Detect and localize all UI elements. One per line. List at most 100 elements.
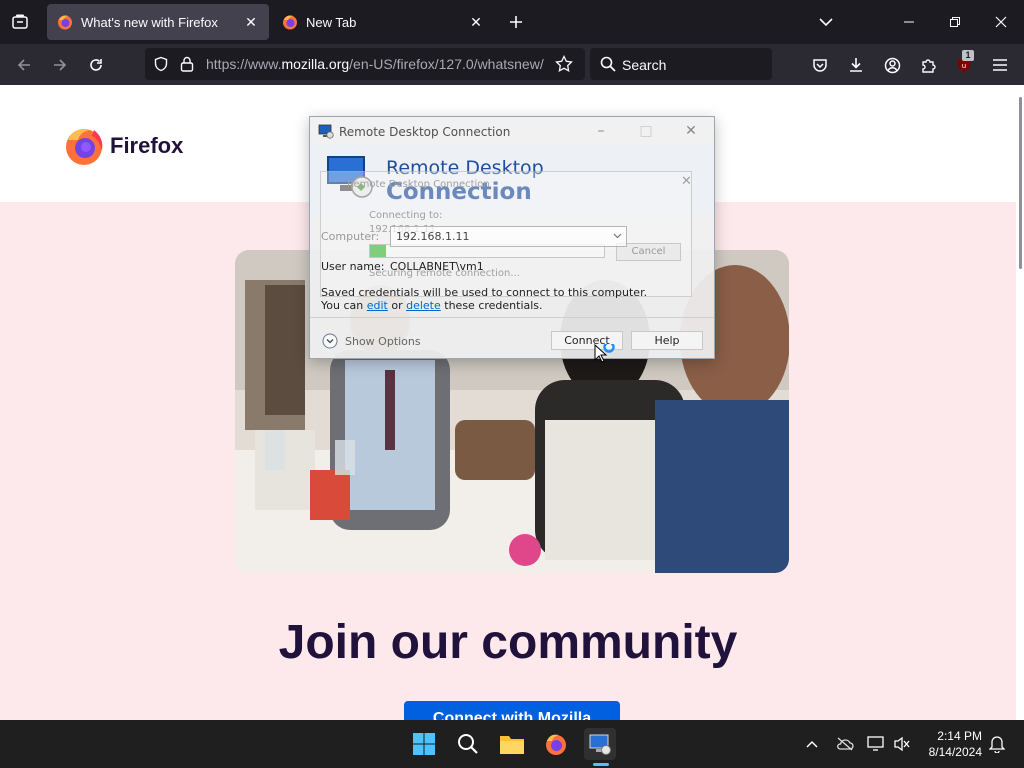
firefox-favicon-icon: [58, 15, 72, 30]
new-tab-button[interactable]: [502, 8, 530, 36]
tracking-protection-shield-icon[interactable]: [153, 56, 169, 72]
firefox-view-icon: [12, 14, 28, 29]
extensions-button[interactable]: [913, 50, 943, 80]
speaker-muted-icon: [894, 736, 910, 752]
lock-icon[interactable]: [180, 56, 194, 72]
note-you-can: You can: [321, 299, 364, 312]
chevron-down-icon[interactable]: [613, 233, 622, 239]
firefox-logo-icon: [66, 129, 103, 165]
pocket-icon: [813, 59, 827, 72]
search-bar[interactable]: Search: [590, 48, 772, 80]
windows-logo-icon: [413, 733, 435, 755]
list-all-tabs-button[interactable]: [812, 8, 840, 36]
url-path: /en-US/firefox/127.0/whatsnew/: [349, 56, 544, 72]
ghost-title: Remote Desktop Connection: [347, 179, 490, 190]
chevron-up-icon: [806, 740, 818, 748]
rdp-minimize-button[interactable]: –: [587, 121, 615, 141]
rdp-title-bar[interactable]: Remote Desktop Connection – □ ✕: [310, 117, 714, 145]
remote-desktop-dialog: Remote Desktop Connection – □ ✕ Remote D…: [309, 116, 715, 359]
rdp-footer-divider: [310, 317, 714, 318]
plus-icon: [510, 16, 522, 28]
remote-desktop-taskbar-button[interactable]: [584, 728, 616, 760]
clock-time: 2:14 PM: [937, 729, 982, 743]
note-or: or: [391, 299, 403, 312]
close-tab-icon[interactable]: ✕: [468, 14, 484, 30]
app-menu-button[interactable]: [985, 50, 1015, 80]
ghost-connecting-label: Connecting to:: [369, 210, 443, 221]
tab-title: What's new with Firefox: [81, 14, 218, 30]
firefox-logo[interactable]: Firefox: [64, 126, 183, 166]
taskbar-search-button[interactable]: [452, 728, 484, 760]
credentials-note-line1: Saved credentials will be used to connec…: [321, 286, 648, 299]
restore-icon: [950, 17, 960, 27]
onedrive-tray-button[interactable]: [835, 734, 855, 754]
chevron-down-icon: [819, 18, 833, 27]
edit-credentials-link[interactable]: edit: [367, 299, 388, 312]
navigation-toolbar: https://www.mozilla.org/en-US/firefox/12…: [0, 44, 1024, 85]
close-icon: [995, 16, 1007, 28]
computer-label: Computer:: [321, 230, 380, 243]
connect-with-mozilla-button[interactable]: Connect with Mozilla: [404, 701, 620, 720]
url-prefix: https://www.: [206, 56, 282, 72]
volume-tray-button[interactable]: [892, 734, 912, 754]
address-bar[interactable]: https://www.mozilla.org/en-US/firefox/12…: [145, 48, 585, 80]
expand-circle-icon: [322, 333, 338, 349]
back-arrow-icon: [17, 59, 30, 71]
downloads-button[interactable]: [841, 50, 871, 80]
reload-button[interactable]: [81, 50, 111, 80]
tab-new-tab[interactable]: New Tab ✕: [272, 4, 494, 40]
note-rest: these credentials.: [444, 299, 543, 312]
credentials-note: Saved credentials will be used to connec…: [321, 286, 647, 312]
minimize-button[interactable]: [886, 0, 932, 44]
windows-taskbar: 2:14 PM 8/14/2024: [0, 720, 1024, 768]
svg-text:u: u: [962, 62, 966, 70]
url-text[interactable]: https://www.mozilla.org/en-US/firefox/12…: [206, 56, 546, 72]
close-window-button[interactable]: [978, 0, 1024, 44]
url-domain: mozilla.org: [281, 56, 350, 72]
username-label: User name:: [321, 260, 385, 273]
search-placeholder: Search: [622, 57, 667, 73]
hamburger-menu-icon: [993, 59, 1007, 71]
restore-button[interactable]: [932, 0, 978, 44]
puzzle-piece-icon: [922, 59, 936, 73]
taskbar-clock[interactable]: 2:14 PM 8/14/2024: [920, 728, 982, 760]
rdp-close-button[interactable]: ✕: [677, 121, 705, 141]
file-explorer-button[interactable]: [496, 728, 528, 760]
notifications-button[interactable]: [987, 734, 1007, 754]
page-scrollbar-thumb[interactable]: [1019, 97, 1022, 269]
search-icon: [600, 56, 616, 72]
show-hidden-icons-button[interactable]: [802, 734, 822, 754]
reload-icon: [90, 59, 102, 71]
network-tray-button[interactable]: [866, 734, 886, 754]
bell-icon: [989, 736, 1005, 753]
mouse-pointer-busy-icon: [594, 344, 615, 363]
folder-icon: [500, 736, 524, 754]
pocket-button[interactable]: [805, 50, 835, 80]
forward-arrow-icon: [54, 59, 67, 71]
brand-wordmark: Firefox: [110, 133, 184, 158]
show-options-toggle[interactable]: Show Options: [322, 333, 421, 349]
network-monitor-icon: [867, 736, 884, 751]
delete-credentials-link[interactable]: delete: [406, 299, 441, 312]
search-icon: [458, 734, 478, 754]
firefox-view-button[interactable]: [0, 0, 40, 44]
ghost-close-icon: ✕: [681, 174, 692, 189]
firefox-favicon-icon: [283, 15, 297, 30]
bookmark-star-icon[interactable]: [555, 55, 573, 73]
computer-combobox[interactable]: 192.168.1.11: [390, 226, 627, 247]
forward-button[interactable]: [45, 50, 75, 80]
account-button[interactable]: [877, 50, 907, 80]
credentials-note-line2: You can edit or delete these credentials…: [321, 299, 647, 312]
firefox-taskbar-button[interactable]: [540, 728, 572, 760]
cloud-offline-icon: [837, 737, 854, 751]
firefox-icon: [546, 734, 566, 755]
back-button[interactable]: [9, 50, 39, 80]
help-button[interactable]: Help: [631, 331, 703, 350]
tab-whats-new[interactable]: What's new with Firefox ✕: [47, 4, 269, 40]
rdp-app-icon: [318, 124, 334, 139]
computer-value: 192.168.1.11: [396, 230, 470, 243]
close-tab-icon[interactable]: ✕: [243, 14, 259, 30]
start-button[interactable]: [408, 728, 440, 760]
username-value: COLLABNET\vm1: [390, 260, 484, 273]
minimize-icon: [904, 21, 914, 23]
